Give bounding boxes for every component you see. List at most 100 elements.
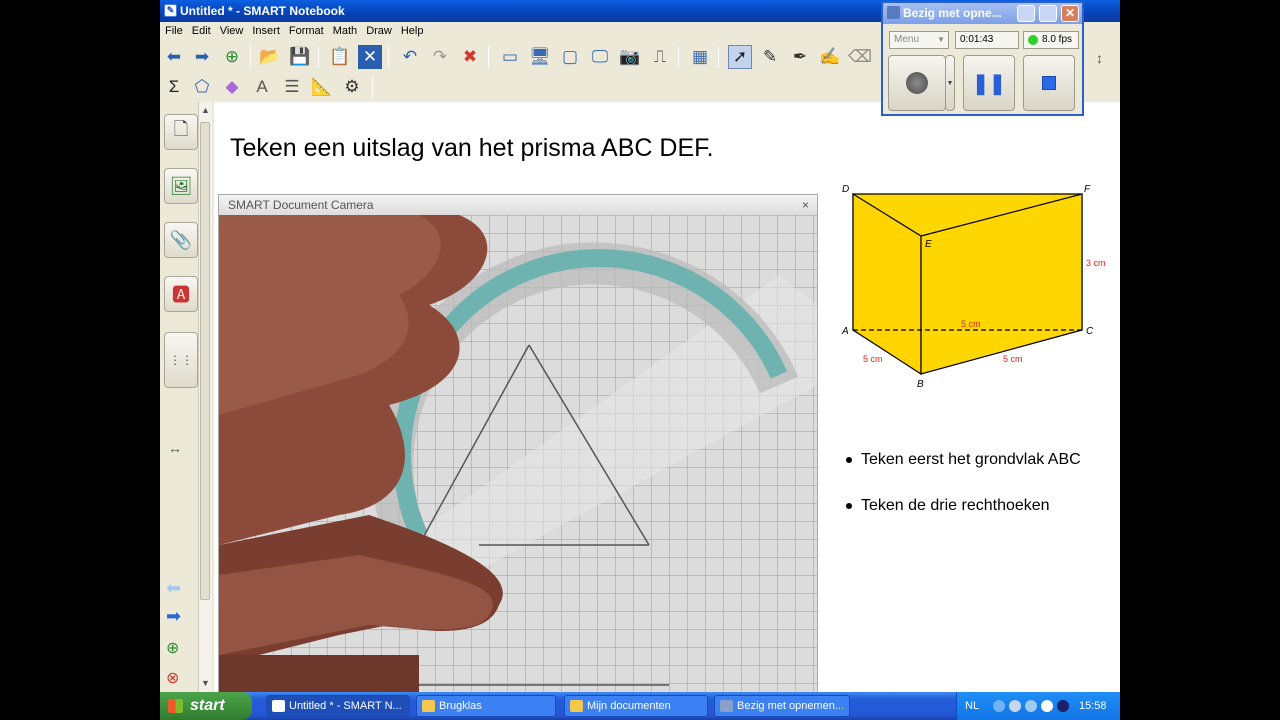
record-button[interactable]	[888, 55, 946, 111]
back-arrow-icon[interactable]: ⬅	[162, 45, 186, 69]
delete-page-icon[interactable]: ✕	[358, 45, 382, 69]
task-label: Mijn documenten	[587, 700, 671, 712]
notebook-app-icon: ✎	[164, 4, 177, 17]
recorder-title-bar: Bezig met opne... ✕	[883, 3, 1082, 24]
add-page-side-icon[interactable]: ⊕	[166, 638, 179, 658]
recorder-window[interactable]: Bezig met opne... ✕ Menu ▼ 0:01:43 8.0 f…	[881, 1, 1084, 116]
window-title: Untitled * - SMART Notebook	[180, 4, 345, 18]
next-page-icon[interactable]: ➡	[166, 606, 181, 627]
task-mijn-documenten[interactable]: Mijn documenten	[564, 695, 708, 717]
fill-icon[interactable]: ◆	[220, 75, 244, 99]
dual-page-icon[interactable]: 🖵	[588, 45, 612, 69]
bullet-dot	[846, 502, 852, 509]
measurement-icon[interactable]: 📐	[310, 75, 334, 99]
previous-page-icon[interactable]: ⬅	[166, 578, 181, 599]
pause-button[interactable]: ❚❚	[963, 55, 1015, 111]
page-sorter-icon[interactable]: 🗋	[164, 114, 198, 150]
resize-vertical-icon[interactable]: ↕	[1096, 50, 1103, 66]
prism-figure: D F E A C B 3 cm 5 cm 5 cm 5 cm	[841, 184, 1106, 390]
vertex-C: C	[1086, 326, 1094, 337]
eraser-icon[interactable]: ⌫	[848, 45, 872, 69]
add-page-icon[interactable]: ⊕	[220, 45, 244, 69]
task-brugklas[interactable]: Brugklas	[416, 695, 556, 717]
menu-edit[interactable]: Edit	[188, 22, 215, 40]
delete-page-side-icon[interactable]: ⊗	[166, 668, 179, 688]
tray-icon[interactable]	[1025, 700, 1037, 712]
page-heading: Teken een uitslag van het prisma ABC DEF…	[230, 134, 714, 162]
recorder-app-icon	[887, 6, 900, 19]
menu-insert[interactable]: Insert	[248, 22, 284, 40]
tray-icon[interactable]	[1009, 700, 1021, 712]
resize-arrows-icon[interactable]: ↔	[168, 440, 182, 456]
sigma-icon[interactable]: Σ	[162, 75, 186, 99]
scroll-up-icon[interactable]: ▲	[199, 102, 212, 118]
highlighter-icon[interactable]: ✍	[818, 45, 842, 69]
task-label: Bezig met opnemen...	[737, 700, 845, 712]
document-camera-window[interactable]: SMART Document Camera ×	[218, 194, 818, 692]
menu-file[interactable]: File	[161, 22, 187, 40]
bullet-dot	[846, 456, 852, 463]
redo-icon[interactable]: ↷	[428, 45, 452, 69]
undo-icon[interactable]: ↶	[398, 45, 422, 69]
recorder-title: Bezig met opne...	[903, 6, 1002, 20]
save-icon[interactable]: 💾	[288, 45, 312, 69]
camera-feed-image	[219, 215, 817, 692]
vertex-D: D	[842, 184, 849, 195]
recorder-close-icon[interactable]: ✕	[1061, 5, 1079, 22]
document-camera-icon[interactable]: ⎍	[648, 45, 672, 69]
recorder-menu-dropdown[interactable]: Menu ▼	[889, 31, 949, 49]
dimension-height: 3 cm	[1086, 258, 1106, 268]
screen-shade-icon[interactable]: ▭	[498, 45, 522, 69]
shape-tool-icon[interactable]: ⬠	[190, 75, 214, 99]
recorder-minimize-button[interactable]	[1017, 5, 1035, 22]
select-arrow-icon[interactable]: ➚	[728, 45, 752, 69]
stop-button[interactable]	[1023, 55, 1075, 111]
vertex-F: F	[1084, 184, 1091, 195]
tray-icon[interactable]	[1041, 700, 1053, 712]
gallery-icon[interactable]: 🖼	[164, 168, 198, 204]
task-recorder[interactable]: Bezig met opnemen...	[714, 695, 850, 717]
delete-icon[interactable]: ✖	[458, 45, 482, 69]
recorder-time: 0:01:43	[955, 31, 1019, 49]
paste-icon[interactable]: 📋	[328, 45, 352, 69]
start-button[interactable]: start	[160, 692, 252, 720]
pen-icon[interactable]: ✎	[758, 45, 782, 69]
menu-format[interactable]: Format	[285, 22, 328, 40]
open-folder-icon[interactable]: 📂	[258, 45, 282, 69]
folder-icon	[570, 700, 583, 712]
scroll-down-icon[interactable]: ▼	[199, 676, 212, 690]
sidebar-scrollbar[interactable]: ▲ ▼	[198, 102, 212, 692]
taskbar: start Untitled * - SMART N... Brugklas M…	[160, 692, 1120, 720]
recorder-maximize-button[interactable]	[1039, 5, 1057, 22]
text-tool-icon[interactable]: A	[250, 75, 274, 99]
full-screen-icon[interactable]: 🖥	[528, 45, 552, 69]
camera-icon[interactable]: 📷	[618, 45, 642, 69]
task-label: Untitled * - SMART N...	[289, 700, 402, 712]
forward-arrow-icon[interactable]: ➡	[190, 45, 214, 69]
camera-close-button[interactable]: ×	[802, 195, 809, 215]
notebook-page[interactable]: Teken een uitslag van het prisma ABC DEF…	[214, 102, 1120, 692]
menu-math[interactable]: Math	[329, 22, 361, 40]
status-led-icon	[1028, 35, 1038, 45]
tray-icon[interactable]	[993, 700, 1005, 712]
table-icon[interactable]: ▦	[688, 45, 712, 69]
collapse-sidebar-handle[interactable]: ⋮⋮	[164, 332, 198, 388]
system-tray: NL 15:58	[956, 692, 1120, 720]
customize-toolbar-icon[interactable]: ⚙	[340, 75, 364, 99]
scroll-thumb[interactable]	[200, 122, 210, 600]
record-options-button[interactable]: ▼	[945, 55, 955, 111]
menu-help[interactable]: Help	[397, 22, 428, 40]
properties-tab-icon[interactable]: 🅰	[164, 276, 198, 312]
start-label: start	[190, 697, 225, 714]
chevron-down-icon: ▼	[937, 35, 945, 44]
properties-icon[interactable]: ☰	[280, 75, 304, 99]
bluetooth-icon[interactable]	[1057, 700, 1069, 712]
creative-pen-icon[interactable]: ✒	[788, 45, 812, 69]
dimension-ac: 5 cm	[961, 319, 981, 329]
language-indicator[interactable]: NL	[965, 692, 979, 720]
menu-view[interactable]: View	[216, 22, 248, 40]
menu-draw[interactable]: Draw	[362, 22, 396, 40]
task-notebook[interactable]: Untitled * - SMART N...	[266, 695, 410, 717]
transparent-background-icon[interactable]: ▢	[558, 45, 582, 69]
attachments-icon[interactable]: 📎	[164, 222, 198, 258]
